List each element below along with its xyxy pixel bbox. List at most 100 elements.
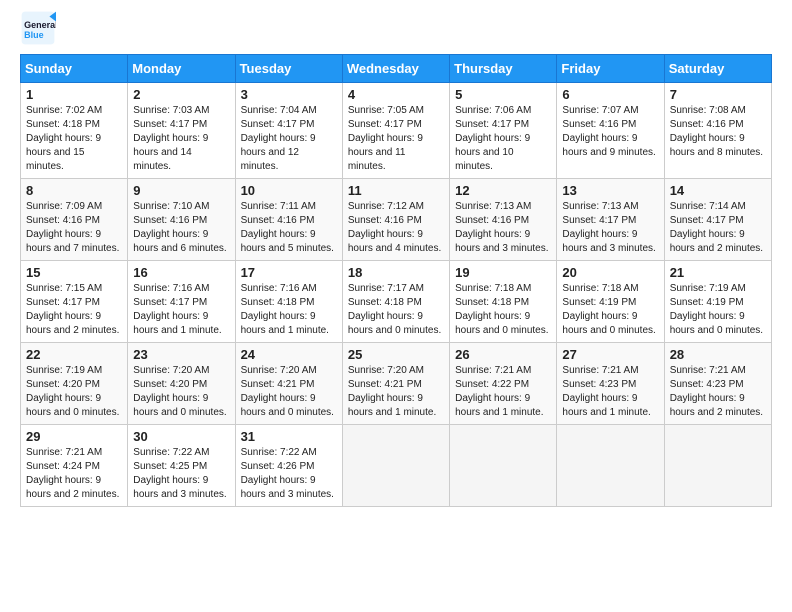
calendar-header-friday: Friday xyxy=(557,55,664,83)
day-info: Sunrise: 7:22 AM Sunset: 4:25 PM Dayligh… xyxy=(133,447,226,500)
calendar-header-wednesday: Wednesday xyxy=(342,55,449,83)
day-info: Sunrise: 7:12 AM Sunset: 4:16 PM Dayligh… xyxy=(348,201,441,254)
day-number: 6 xyxy=(562,87,658,102)
day-info: Sunrise: 7:05 AM Sunset: 4:17 PM Dayligh… xyxy=(348,105,424,172)
calendar-header-sunday: Sunday xyxy=(21,55,128,83)
calendar-cell: 8 Sunrise: 7:09 AM Sunset: 4:16 PM Dayli… xyxy=(21,179,128,261)
calendar-cell: 1 Sunrise: 7:02 AM Sunset: 4:18 PM Dayli… xyxy=(21,83,128,179)
calendar-cell: 5 Sunrise: 7:06 AM Sunset: 4:17 PM Dayli… xyxy=(450,83,557,179)
day-number: 12 xyxy=(455,183,551,198)
calendar-cell xyxy=(664,425,771,507)
day-number: 3 xyxy=(241,87,337,102)
calendar-cell: 6 Sunrise: 7:07 AM Sunset: 4:16 PM Dayli… xyxy=(557,83,664,179)
svg-text:General: General xyxy=(24,20,56,30)
day-number: 15 xyxy=(26,265,122,280)
calendar-row-2: 15 Sunrise: 7:15 AM Sunset: 4:17 PM Dayl… xyxy=(21,261,772,343)
day-info: Sunrise: 7:18 AM Sunset: 4:19 PM Dayligh… xyxy=(562,283,655,336)
day-info: Sunrise: 7:06 AM Sunset: 4:17 PM Dayligh… xyxy=(455,105,531,172)
day-number: 19 xyxy=(455,265,551,280)
day-info: Sunrise: 7:10 AM Sunset: 4:16 PM Dayligh… xyxy=(133,201,226,254)
day-info: Sunrise: 7:11 AM Sunset: 4:16 PM Dayligh… xyxy=(241,201,334,254)
day-number: 14 xyxy=(670,183,766,198)
day-number: 31 xyxy=(241,429,337,444)
day-number: 1 xyxy=(26,87,122,102)
calendar-cell: 9 Sunrise: 7:10 AM Sunset: 4:16 PM Dayli… xyxy=(128,179,235,261)
day-info: Sunrise: 7:02 AM Sunset: 4:18 PM Dayligh… xyxy=(26,105,102,172)
calendar-cell: 13 Sunrise: 7:13 AM Sunset: 4:17 PM Dayl… xyxy=(557,179,664,261)
header: General Blue xyxy=(20,10,772,46)
day-number: 18 xyxy=(348,265,444,280)
calendar-cell: 19 Sunrise: 7:18 AM Sunset: 4:18 PM Dayl… xyxy=(450,261,557,343)
calendar-row-3: 22 Sunrise: 7:19 AM Sunset: 4:20 PM Dayl… xyxy=(21,343,772,425)
calendar-row-4: 29 Sunrise: 7:21 AM Sunset: 4:24 PM Dayl… xyxy=(21,425,772,507)
day-number: 25 xyxy=(348,347,444,362)
calendar-row-1: 8 Sunrise: 7:09 AM Sunset: 4:16 PM Dayli… xyxy=(21,179,772,261)
day-number: 10 xyxy=(241,183,337,198)
day-info: Sunrise: 7:15 AM Sunset: 4:17 PM Dayligh… xyxy=(26,283,119,336)
day-info: Sunrise: 7:13 AM Sunset: 4:17 PM Dayligh… xyxy=(562,201,655,254)
day-number: 23 xyxy=(133,347,229,362)
day-info: Sunrise: 7:22 AM Sunset: 4:26 PM Dayligh… xyxy=(241,447,334,500)
calendar-cell: 31 Sunrise: 7:22 AM Sunset: 4:26 PM Dayl… xyxy=(235,425,342,507)
calendar-cell: 22 Sunrise: 7:19 AM Sunset: 4:20 PM Dayl… xyxy=(21,343,128,425)
calendar-header-row: SundayMondayTuesdayWednesdayThursdayFrid… xyxy=(21,55,772,83)
generalblue-logo-icon: General Blue xyxy=(20,10,56,46)
day-info: Sunrise: 7:16 AM Sunset: 4:18 PM Dayligh… xyxy=(241,283,329,336)
svg-text:Blue: Blue xyxy=(24,30,44,40)
day-info: Sunrise: 7:19 AM Sunset: 4:19 PM Dayligh… xyxy=(670,283,763,336)
day-number: 27 xyxy=(562,347,658,362)
calendar-cell: 20 Sunrise: 7:18 AM Sunset: 4:19 PM Dayl… xyxy=(557,261,664,343)
calendar-cell: 16 Sunrise: 7:16 AM Sunset: 4:17 PM Dayl… xyxy=(128,261,235,343)
day-info: Sunrise: 7:19 AM Sunset: 4:20 PM Dayligh… xyxy=(26,365,119,418)
day-info: Sunrise: 7:21 AM Sunset: 4:23 PM Dayligh… xyxy=(562,365,650,418)
day-number: 8 xyxy=(26,183,122,198)
calendar-row-0: 1 Sunrise: 7:02 AM Sunset: 4:18 PM Dayli… xyxy=(21,83,772,179)
calendar-cell xyxy=(342,425,449,507)
day-number: 9 xyxy=(133,183,229,198)
day-number: 20 xyxy=(562,265,658,280)
day-number: 29 xyxy=(26,429,122,444)
day-info: Sunrise: 7:20 AM Sunset: 4:20 PM Dayligh… xyxy=(133,365,226,418)
day-info: Sunrise: 7:20 AM Sunset: 4:21 PM Dayligh… xyxy=(241,365,334,418)
calendar-cell xyxy=(557,425,664,507)
logo: General Blue xyxy=(20,10,58,46)
calendar-cell: 7 Sunrise: 7:08 AM Sunset: 4:16 PM Dayli… xyxy=(664,83,771,179)
day-number: 22 xyxy=(26,347,122,362)
calendar-cell: 12 Sunrise: 7:13 AM Sunset: 4:16 PM Dayl… xyxy=(450,179,557,261)
calendar-cell: 27 Sunrise: 7:21 AM Sunset: 4:23 PM Dayl… xyxy=(557,343,664,425)
calendar-header-monday: Monday xyxy=(128,55,235,83)
calendar-cell: 30 Sunrise: 7:22 AM Sunset: 4:25 PM Dayl… xyxy=(128,425,235,507)
calendar-cell: 10 Sunrise: 7:11 AM Sunset: 4:16 PM Dayl… xyxy=(235,179,342,261)
day-info: Sunrise: 7:13 AM Sunset: 4:16 PM Dayligh… xyxy=(455,201,548,254)
day-info: Sunrise: 7:18 AM Sunset: 4:18 PM Dayligh… xyxy=(455,283,548,336)
calendar-cell: 18 Sunrise: 7:17 AM Sunset: 4:18 PM Dayl… xyxy=(342,261,449,343)
calendar-cell: 17 Sunrise: 7:16 AM Sunset: 4:18 PM Dayl… xyxy=(235,261,342,343)
day-number: 2 xyxy=(133,87,229,102)
day-number: 17 xyxy=(241,265,337,280)
day-number: 28 xyxy=(670,347,766,362)
calendar-cell: 25 Sunrise: 7:20 AM Sunset: 4:21 PM Dayl… xyxy=(342,343,449,425)
day-number: 4 xyxy=(348,87,444,102)
calendar-cell: 11 Sunrise: 7:12 AM Sunset: 4:16 PM Dayl… xyxy=(342,179,449,261)
calendar-header-tuesday: Tuesday xyxy=(235,55,342,83)
day-info: Sunrise: 7:21 AM Sunset: 4:24 PM Dayligh… xyxy=(26,447,119,500)
day-info: Sunrise: 7:08 AM Sunset: 4:16 PM Dayligh… xyxy=(670,105,763,158)
day-number: 30 xyxy=(133,429,229,444)
calendar-cell: 28 Sunrise: 7:21 AM Sunset: 4:23 PM Dayl… xyxy=(664,343,771,425)
day-info: Sunrise: 7:03 AM Sunset: 4:17 PM Dayligh… xyxy=(133,105,209,172)
day-info: Sunrise: 7:04 AM Sunset: 4:17 PM Dayligh… xyxy=(241,105,317,172)
calendar-cell: 29 Sunrise: 7:21 AM Sunset: 4:24 PM Dayl… xyxy=(21,425,128,507)
day-number: 21 xyxy=(670,265,766,280)
calendar-cell: 4 Sunrise: 7:05 AM Sunset: 4:17 PM Dayli… xyxy=(342,83,449,179)
calendar-cell: 21 Sunrise: 7:19 AM Sunset: 4:19 PM Dayl… xyxy=(664,261,771,343)
day-info: Sunrise: 7:21 AM Sunset: 4:23 PM Dayligh… xyxy=(670,365,763,418)
day-info: Sunrise: 7:21 AM Sunset: 4:22 PM Dayligh… xyxy=(455,365,543,418)
day-info: Sunrise: 7:17 AM Sunset: 4:18 PM Dayligh… xyxy=(348,283,441,336)
day-info: Sunrise: 7:20 AM Sunset: 4:21 PM Dayligh… xyxy=(348,365,436,418)
calendar-header-saturday: Saturday xyxy=(664,55,771,83)
day-number: 26 xyxy=(455,347,551,362)
day-number: 16 xyxy=(133,265,229,280)
day-number: 5 xyxy=(455,87,551,102)
day-number: 24 xyxy=(241,347,337,362)
calendar-header-thursday: Thursday xyxy=(450,55,557,83)
